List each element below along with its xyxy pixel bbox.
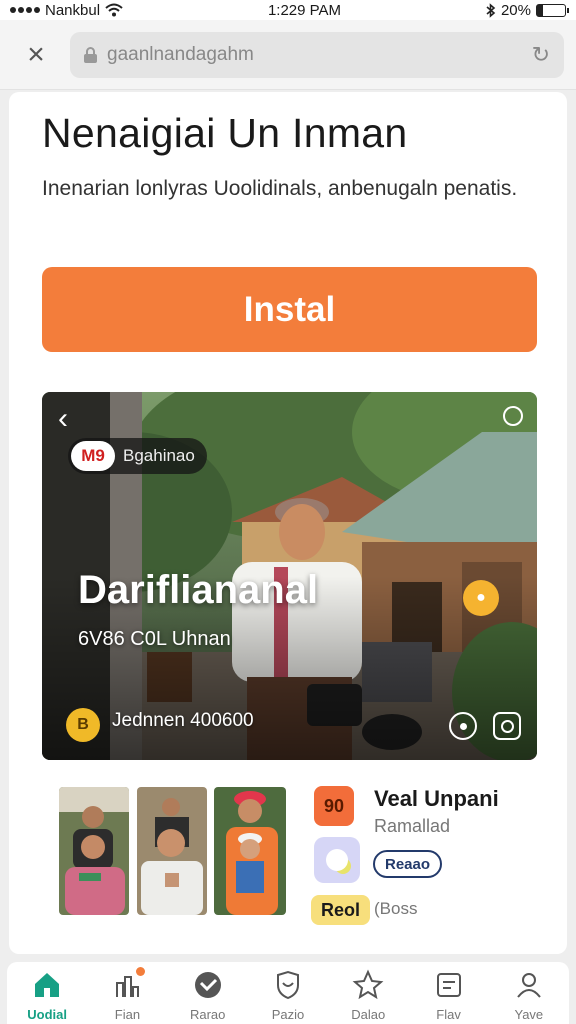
page-title: Nenaigiai Un Inman (42, 110, 408, 156)
signal-icon (10, 7, 40, 13)
hero-subline: 6V86 C0L Uhnan (78, 628, 231, 650)
app-name: Veal Unpani (374, 786, 499, 811)
brand-logo: M9 (71, 441, 115, 471)
app-size: (Boss (374, 899, 418, 918)
rating-badge: Reaao (373, 850, 443, 878)
app-icon: 90 (314, 786, 354, 826)
app-description: Inenarian lonlyras Uoolidinals, anbenuga… (42, 177, 518, 200)
nav-item-home[interactable]: Uodial (12, 969, 82, 1022)
nav-item-profile[interactable]: Yave (494, 969, 564, 1022)
shield-icon (276, 970, 299, 999)
clock: 1:229 PAM (267, 1, 342, 19)
home-icon (35, 972, 60, 997)
nav-label: Yave (514, 1006, 544, 1022)
url-text: gaanlnandagahm (107, 43, 254, 65)
browser-toolbar: × gaanlnandagahm ↻ (0, 20, 576, 90)
hero-headline: Darifliananal (78, 568, 319, 612)
nav-label: Pazio (271, 1006, 305, 1022)
nav-label: Uodial (27, 1006, 67, 1022)
screenshot-thumbnail[interactable] (59, 787, 129, 915)
reload-icon[interactable]: ↻ (532, 42, 550, 68)
nav-item-chart[interactable]: Fian (92, 966, 162, 1022)
back-icon[interactable]: ‹ (58, 402, 68, 436)
list-icon (436, 972, 461, 997)
profile-icon (517, 972, 541, 998)
content-tag: Reol (311, 895, 371, 925)
nav-label: Rarao (189, 1006, 226, 1022)
location-pin-icon[interactable]: ● (463, 580, 499, 616)
camera-icon[interactable] (493, 712, 521, 740)
nav-item-list[interactable]: Flav (414, 969, 484, 1022)
screenshot-thumbnail[interactable] (137, 787, 207, 915)
brand-name: Bgahinao (123, 446, 195, 465)
carrier-label: Nankbul (45, 1, 101, 19)
toggle-app-icon (314, 837, 360, 883)
star-icon (352, 969, 384, 999)
lock-icon (84, 46, 97, 63)
notification-dot (136, 966, 146, 976)
status-bar: Nankbul 1:229 PAM 20% (0, 0, 576, 20)
screenshot-thumbnail[interactable] (214, 787, 286, 915)
bottom-navigation: Uodial Fian Rarao Pazio Dalao Flav Yave (7, 962, 569, 1024)
nav-label: Flav (436, 1006, 461, 1022)
brand-chip[interactable]: M9 Bgahinao (68, 438, 207, 474)
close-icon[interactable]: × (22, 39, 50, 69)
install-button[interactable]: Instal (42, 267, 537, 352)
nav-item-star[interactable]: Dalao (333, 969, 403, 1022)
hero-price: Jednnen 400600 (112, 710, 254, 731)
battery-icon (536, 3, 569, 17)
coin-icon: B (66, 708, 100, 742)
checkmark-icon (194, 971, 221, 998)
record-icon[interactable] (449, 712, 477, 740)
refresh-icon[interactable] (503, 406, 523, 426)
url-field[interactable]: gaanlnandagahm ↻ (70, 31, 564, 78)
hero-banner[interactable]: ‹ M9 Bgahinao Darifliananal 6V86 C0L Uhn… (42, 392, 537, 760)
nav-label: Fian (114, 1006, 141, 1022)
wifi-icon (105, 3, 123, 17)
nav-label: Dalao (351, 1006, 386, 1022)
developer-name[interactable]: Ramallad (374, 816, 450, 837)
nav-item-check[interactable]: Rarao (173, 969, 243, 1022)
bluetooth-icon (486, 2, 496, 18)
battery-percent: 20% (500, 1, 531, 19)
app-card: Nenaigiai Un Inman Inenarian lonlyras Uo… (9, 92, 567, 954)
nav-item-shield[interactable]: Pazio (253, 969, 323, 1022)
